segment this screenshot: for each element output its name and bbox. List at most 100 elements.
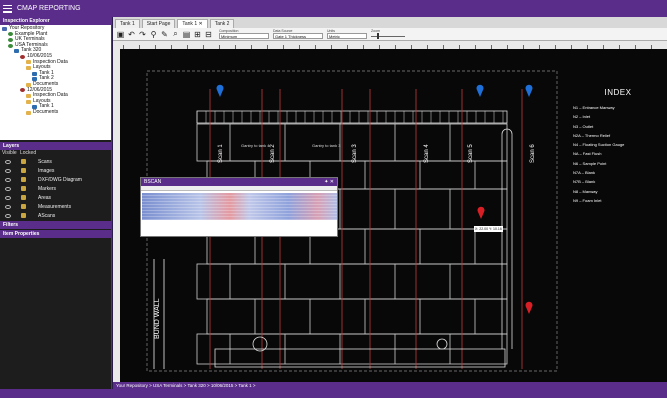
lock-icon[interactable] xyxy=(21,168,26,173)
lock-icon[interactable] xyxy=(21,177,26,182)
document-tab[interactable]: Tank 2 xyxy=(209,19,235,28)
marker-readout: X: 22.00 Y: 10.16 xyxy=(474,226,503,232)
grid-icon[interactable]: ⊞ xyxy=(193,30,202,39)
composition-select[interactable]: Composition Minimum xyxy=(219,29,269,39)
scan-label-5: Scan 5 xyxy=(468,144,474,163)
layer-row[interactable]: Areas xyxy=(0,193,111,202)
tab-label: Tank 1 xyxy=(182,21,198,27)
search-icon[interactable]: ⌕ xyxy=(171,29,180,39)
nozzle-index: INDEX N1 – Entrance Manway N2 – Inlet N3 –… xyxy=(573,88,663,205)
units-select[interactable]: Units Metric xyxy=(327,29,367,39)
layer-row[interactable]: Measurements xyxy=(0,202,111,211)
index-list: N1 – Entrance Manway N2 – Inlet N3 – Outle… xyxy=(573,103,663,205)
index-item: N9 – Foam Inlet xyxy=(573,197,602,203)
status-bar xyxy=(0,389,667,398)
tab-label: Start Page xyxy=(146,21,171,27)
index-item: NA – Fast Flush xyxy=(573,151,602,157)
breadcrumb: Your Repository > USA Terminals > Tank 3… xyxy=(113,382,667,389)
filters-header[interactable]: Filters xyxy=(0,221,111,229)
lock-icon[interactable] xyxy=(21,213,26,218)
vertical-ruler xyxy=(113,49,120,382)
date-icon xyxy=(20,54,25,59)
index-item: N7A – Blank xyxy=(573,170,596,176)
scan-label-6: Scan 6 xyxy=(530,144,536,163)
item-properties-header[interactable]: Item Properties xyxy=(0,230,111,238)
tab-close-icon[interactable]: ✕ xyxy=(197,21,202,27)
lock-icon[interactable] xyxy=(21,186,26,191)
nozzle-circle xyxy=(436,338,448,350)
edit-icon[interactable]: ✎ xyxy=(160,30,169,39)
datasource-select[interactable]: Data Source Gate 1 Thickness xyxy=(273,29,323,39)
eye-icon[interactable] xyxy=(5,177,11,182)
document-tab[interactable]: Tank 1 ✕ xyxy=(177,19,208,28)
lock-icon[interactable] xyxy=(21,159,26,164)
zoom-control[interactable]: Zoom xyxy=(371,29,405,39)
hamburger-menu-icon[interactable] xyxy=(3,4,12,13)
eye-icon[interactable] xyxy=(5,159,11,164)
layer-row[interactable]: Scans xyxy=(0,157,111,166)
layer-label: Markers xyxy=(38,185,57,192)
composition-value[interactable]: Minimum xyxy=(219,33,269,39)
eye-icon[interactable] xyxy=(5,213,11,218)
globe-icon xyxy=(8,37,13,42)
scan-label-2: Scan 2 xyxy=(270,144,276,163)
lock-icon[interactable] xyxy=(21,195,26,200)
layers-columns: Visible Locked xyxy=(0,150,111,157)
map-pin-icon xyxy=(476,84,484,97)
app-window: CMAP REPORTING Inspection Explorer Your … xyxy=(0,0,667,398)
layer-label: Images xyxy=(38,167,55,174)
tree-node[interactable]: Documents xyxy=(2,109,109,116)
document-tabs: Tank 1 Start Page Tank 1 ✕ Tank 2 xyxy=(113,17,667,28)
globe-icon xyxy=(8,32,13,37)
lock-icon[interactable] xyxy=(21,204,26,209)
index-title: INDEX xyxy=(604,88,632,97)
horizontal-ruler xyxy=(113,41,667,49)
eye-icon[interactable] xyxy=(5,204,11,209)
report-icon[interactable]: ▤ xyxy=(182,30,191,39)
layer-row[interactable]: AScans xyxy=(0,211,111,220)
datasource-value[interactable]: Gate 1 Thickness xyxy=(273,33,323,39)
folder-icon xyxy=(26,60,31,65)
bscan-titlebar[interactable]: BSCAN ✦ ✕ xyxy=(141,178,337,186)
pin-icon[interactable]: ⚲ xyxy=(149,30,158,39)
layer-row[interactable]: Images xyxy=(0,166,111,175)
index-item: N4 – Floating Suction Gauge xyxy=(573,142,625,148)
save-icon[interactable]: ▣ xyxy=(116,30,125,39)
document-tab[interactable]: Start Page xyxy=(141,19,176,28)
drawing-canvas[interactable]: Gantry to tank 4 Gantry to tank 3 X: 22.… xyxy=(120,49,667,382)
explorer-header: Inspection Explorer xyxy=(0,17,111,25)
scan-label-1: Scan 1 xyxy=(218,144,224,163)
layer-row[interactable]: DXF/DWG Diagram xyxy=(0,175,111,184)
folder-icon xyxy=(26,110,31,115)
plate-row xyxy=(196,263,508,300)
marker-pin-icon xyxy=(477,206,485,219)
document-tab[interactable]: Tank 1 xyxy=(115,19,140,28)
index-item: N3 – Outlet xyxy=(573,123,594,129)
undo-icon[interactable]: ↶ xyxy=(127,30,136,39)
pin-window-icon[interactable]: ✦ xyxy=(324,179,328,185)
map-pin-icon xyxy=(525,84,533,97)
gantry-label-2: Gantry to tank 3 xyxy=(312,143,341,148)
map-pin-icon xyxy=(216,84,224,97)
redo-icon[interactable]: ↷ xyxy=(138,30,147,39)
layer-label: AScans xyxy=(38,212,56,219)
tab-label: Tank 2 xyxy=(214,21,230,27)
eye-icon[interactable] xyxy=(5,195,11,200)
inspection-tree: Your Repository Example Plant UK Terminals… xyxy=(0,25,111,140)
layout-icon[interactable]: ⊟ xyxy=(204,30,213,39)
units-value[interactable]: Metric xyxy=(327,33,367,39)
locked-column-header: Locked xyxy=(20,150,37,156)
bscan-window[interactable]: BSCAN ✦ ✕ xyxy=(140,177,338,237)
scan-label-4: Scan 4 xyxy=(424,144,430,163)
close-icon[interactable]: ✕ xyxy=(330,179,334,185)
zoom-slider[interactable] xyxy=(371,33,405,39)
bscan-ruler xyxy=(141,186,337,191)
layer-row[interactable]: Markers xyxy=(0,184,111,193)
scan-label-3: Scan 3 xyxy=(352,144,358,163)
index-item: N6 – Sample Point xyxy=(573,160,607,166)
eye-icon[interactable] xyxy=(5,186,11,191)
eye-icon[interactable] xyxy=(5,168,11,173)
index-item: N8 – Manway xyxy=(573,188,598,194)
bscan-image-overlay xyxy=(142,193,337,220)
visible-column-header: Visible xyxy=(2,150,17,156)
